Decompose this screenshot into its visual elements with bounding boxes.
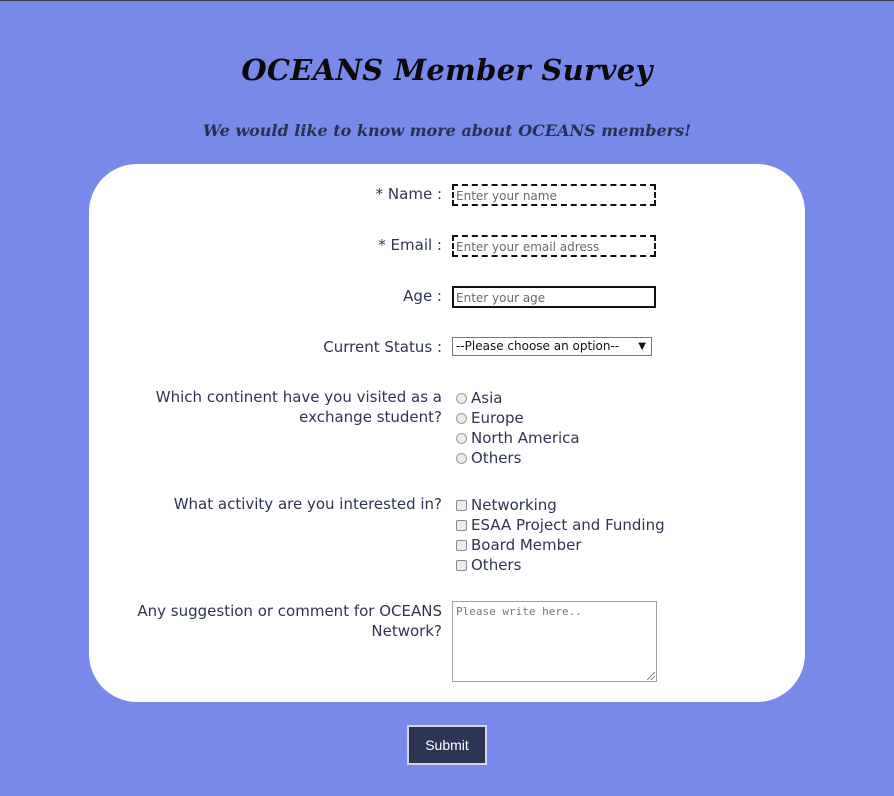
page-title: OCEANS Member Survey xyxy=(241,53,653,87)
continent-option-label: Others xyxy=(471,449,522,467)
radio-button[interactable] xyxy=(456,413,467,424)
email-label: * Email : xyxy=(378,236,442,254)
chevron-down-icon: ▼ xyxy=(638,341,646,352)
name-label: * Name : xyxy=(375,185,442,203)
status-select[interactable]: --Please choose an option-- ▼ xyxy=(452,337,652,356)
page-subtitle: We would like to know more about OCEANS … xyxy=(202,121,692,140)
comment-textarea[interactable]: Please write here.. xyxy=(452,601,657,682)
continent-option-label: Europe xyxy=(471,409,524,427)
continent-option-north-america[interactable]: North America xyxy=(456,428,580,448)
activity-option-others[interactable]: Others xyxy=(456,555,521,575)
age-input[interactable]: Enter your age xyxy=(452,286,656,308)
status-select-value: --Please choose an option-- xyxy=(456,339,620,353)
resize-handle-icon[interactable] xyxy=(647,672,655,680)
checkbox[interactable] xyxy=(456,560,467,571)
comment-label: Any suggestion or comment for OCEANS Net… xyxy=(137,602,442,640)
comment-placeholder: Please write here.. xyxy=(456,605,582,618)
continent-option-label: North America xyxy=(471,429,580,447)
radio-button[interactable] xyxy=(456,453,467,464)
continent-option-label: Asia xyxy=(471,389,503,407)
submit-button[interactable]: Submit xyxy=(407,725,487,765)
activity-option-label: Others xyxy=(471,556,522,574)
status-label: Current Status : xyxy=(323,338,442,356)
continent-option-europe[interactable]: Europe xyxy=(456,408,524,428)
activity-option-board-member[interactable]: Board Member xyxy=(456,535,582,555)
activity-option-label: ESAA Project and Funding xyxy=(471,516,665,534)
radio-button[interactable] xyxy=(456,433,467,444)
activity-option-label: Board Member xyxy=(471,536,582,554)
activity-option-networking[interactable]: Networking xyxy=(456,495,557,515)
checkbox[interactable] xyxy=(456,500,467,511)
activity-option-esaa[interactable]: ESAA Project and Funding xyxy=(456,515,665,535)
checkbox[interactable] xyxy=(456,540,467,551)
activity-label: What activity are you interested in? xyxy=(173,495,442,513)
radio-button[interactable] xyxy=(456,393,467,404)
continent-label: Which continent have you visited as a ex… xyxy=(155,388,442,426)
continent-option-others[interactable]: Others xyxy=(456,448,521,468)
age-label: Age : xyxy=(403,287,442,305)
checkbox[interactable] xyxy=(456,520,467,531)
activity-option-label: Networking xyxy=(471,496,557,514)
email-input[interactable]: Enter your email adress xyxy=(452,235,656,257)
continent-option-asia[interactable]: Asia xyxy=(456,388,502,408)
name-input[interactable]: Enter your name xyxy=(452,184,656,206)
